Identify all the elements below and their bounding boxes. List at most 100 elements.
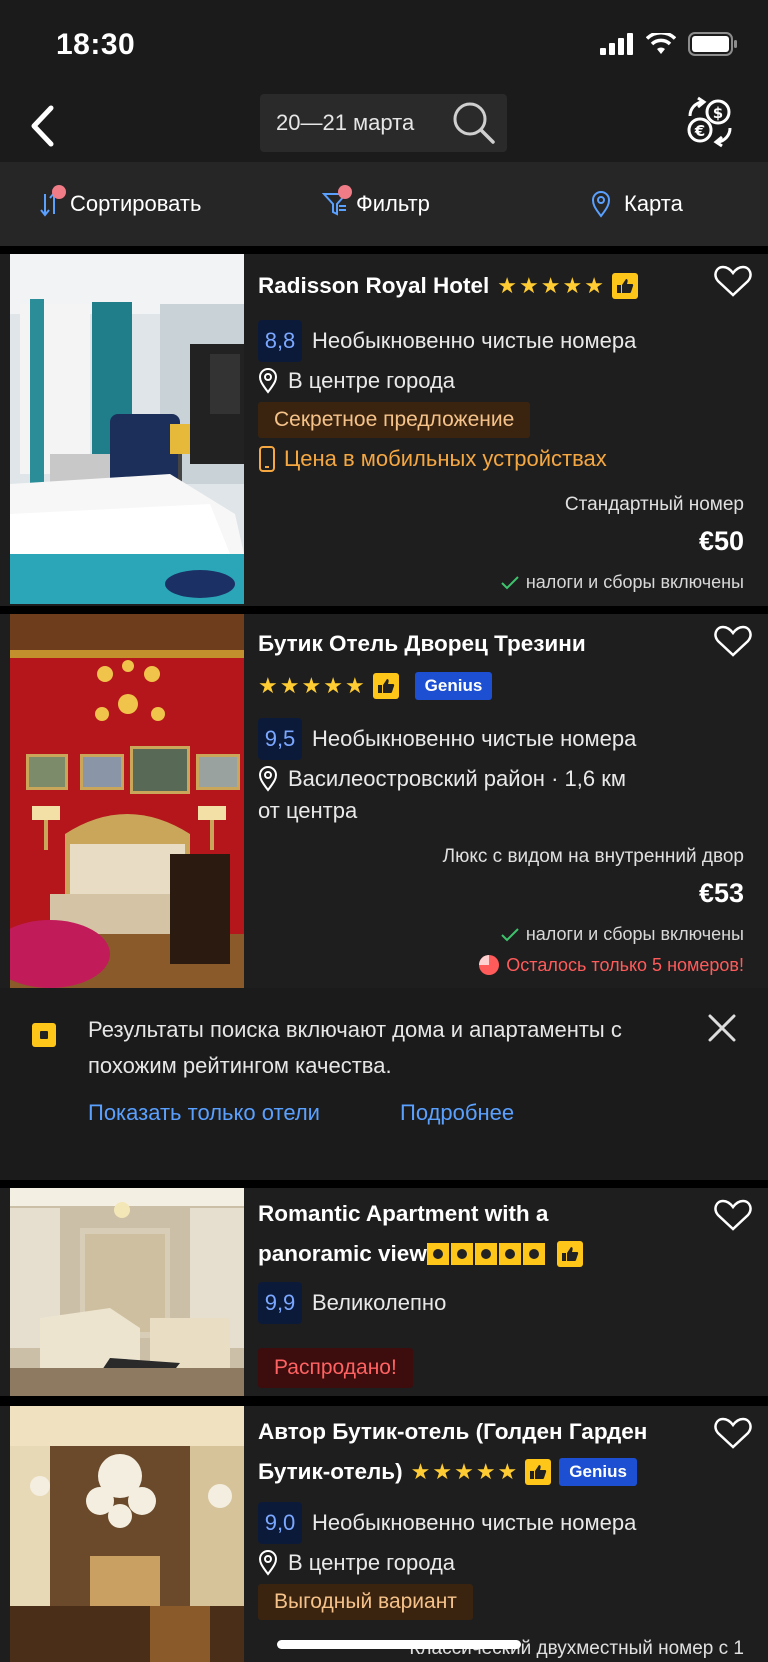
favorite-heart-icon[interactable]	[714, 1416, 754, 1452]
sold-out-badge: Распродано!	[258, 1348, 413, 1388]
rating-score: 9,9	[258, 1282, 302, 1324]
rating-score: 9,0	[258, 1502, 302, 1544]
thumbs-up-icon	[611, 273, 638, 299]
hotel-card[interactable]: Автор Бутик-отель (Голден Гарден Бутик-о…	[0, 1406, 768, 1662]
good-deal-badge: Выгодный вариант	[258, 1584, 473, 1620]
star-icon: ★	[584, 273, 604, 298]
check-icon	[501, 575, 519, 589]
hotel-card[interactable]: Бутик Отель Дворец Трезини ★ ★ ★ ★ ★ Genius …	[0, 614, 768, 988]
map-label: Карта	[624, 191, 683, 216]
star-icon: ★	[258, 673, 278, 698]
thumbs-up-icon	[525, 1459, 552, 1485]
star-rating: ★ ★ ★ ★ ★	[258, 675, 365, 697]
currency-button[interactable]: $ €	[682, 94, 738, 150]
favorite-heart-icon[interactable]	[714, 1198, 754, 1234]
star-icon: ★	[540, 273, 561, 298]
price: €50	[698, 526, 744, 556]
location-text: В центре города	[288, 368, 456, 393]
close-button[interactable]	[702, 1008, 742, 1048]
hotel-card[interactable]: Radisson Royal Hotel ★ ★ ★ ★ ★ 8,8 Необыкнов…	[0, 254, 768, 606]
star-icon: ★	[454, 1459, 474, 1484]
hotel-name-row: Бутик-отель) ★ ★ ★ ★ ★ Genius	[258, 1452, 637, 1492]
star-rating: ★ ★ ★ ★ ★	[411, 1461, 518, 1483]
back-button[interactable]	[18, 98, 66, 154]
filter-label: Фильтр	[356, 191, 430, 216]
thumbs-up-icon	[556, 1241, 583, 1267]
apartment-image	[10, 1188, 244, 1396]
toolbar: Сортировать Фильтр Карта	[0, 162, 768, 246]
map-button[interactable]: Карта	[590, 162, 683, 246]
show-hotels-only-link[interactable]: Показать только отели	[88, 1100, 320, 1126]
taxes-text: налоги и сборы включены	[525, 572, 744, 592]
favorite-heart-icon[interactable]	[714, 264, 754, 300]
hotel-name-row: panoramic view	[258, 1234, 583, 1274]
hotel-card[interactable]: Romantic Apartment with a panoramic view…	[0, 1188, 768, 1396]
star-icon: ★	[562, 273, 583, 298]
hotel-name[interactable]: Romantic Apartment with a	[258, 1194, 548, 1234]
apartment-rating	[426, 1243, 545, 1265]
review-row: 9,5 Необыкновенно чистые номера	[258, 718, 636, 760]
check-icon	[501, 927, 519, 941]
map-pin-icon	[591, 191, 611, 218]
mobile-price-row: Цена в мобильных устройствах	[258, 446, 607, 472]
location-row: В центре города	[258, 368, 455, 394]
favorite-heart-icon[interactable]	[714, 624, 754, 660]
rating-square-icon	[522, 1243, 545, 1265]
hotel-photo	[10, 1188, 244, 1396]
taxes-row: налоги и сборы включены	[500, 924, 744, 945]
taxes-row: налоги и сборы включены	[500, 572, 744, 593]
genius-badge: Genius	[414, 672, 493, 700]
star-icon: ★	[323, 673, 343, 698]
location-text-continued: от центра	[258, 798, 358, 823]
rating-square-icon	[450, 1243, 473, 1265]
info-icon	[32, 1023, 56, 1047]
star-icon: ★	[519, 273, 539, 298]
info-text: Результаты поиска включают дома и апарта…	[88, 1017, 622, 1078]
hotel-name[interactable]: Radisson Royal Hotel	[258, 266, 489, 306]
rating-score: 9,5	[258, 718, 302, 760]
status-bar: 18:30	[0, 0, 768, 90]
hotel-name-row: Radisson Royal Hotel ★ ★ ★ ★ ★	[258, 266, 638, 306]
location-text: Василеостровский район · 1,6 км	[288, 766, 626, 791]
status-icons	[600, 32, 738, 56]
home-indicator[interactable]	[277, 1640, 521, 1649]
star-rating: ★ ★ ★ ★ ★	[497, 275, 604, 297]
rooms-left-text: Осталось только 5 номеров!	[506, 954, 744, 975]
battery-icon	[688, 32, 737, 56]
signal-icon	[600, 33, 633, 55]
badges-row: ★ ★ ★ ★ ★ Genius	[258, 672, 493, 700]
currency-exchange-icon: $ €	[687, 96, 732, 148]
taxes-text: налоги и сборы включены	[525, 924, 744, 944]
pie-alert-icon	[479, 955, 500, 975]
location-row: Василеостровский район · 1,6 км	[258, 766, 626, 792]
filter-button[interactable]: Фильтр	[322, 162, 430, 246]
hotel-lobby-image	[10, 1406, 244, 1662]
rating-square-icon	[426, 1243, 449, 1265]
hotel-room-image	[10, 254, 244, 604]
hotel-name[interactable]: Автор Бутик-отель (Голден Гарден	[258, 1412, 647, 1452]
location-pin-icon	[258, 1550, 278, 1576]
hotel-photo	[10, 1406, 244, 1662]
svg-text:$: $	[713, 104, 723, 122]
sort-button[interactable]: Сортировать	[38, 162, 201, 246]
search-dates-text: 20—21 марта	[276, 110, 415, 135]
search-icon	[453, 102, 495, 144]
star-icon: ★	[344, 673, 365, 698]
star-icon: ★	[475, 1459, 496, 1484]
search-dates-field[interactable]: 20—21 марта	[260, 94, 507, 152]
review-text: Необыкновенно чистые номера	[312, 1510, 637, 1535]
room-type: Люкс с видом на внутренний двор	[442, 846, 744, 867]
genius-badge: Genius	[559, 1458, 637, 1486]
thumbs-up-icon	[372, 673, 399, 699]
hotel-name-continued[interactable]: panoramic view	[258, 1234, 427, 1274]
more-info-link[interactable]: Подробнее	[400, 1100, 514, 1126]
rating-score: 8,8	[258, 320, 302, 362]
hotel-name-continued[interactable]: Бутик-отель)	[258, 1452, 403, 1492]
mobile-phone-icon	[259, 446, 275, 472]
secret-deal-badge: Секретное предложение	[258, 402, 531, 438]
review-text: Необыкновенно чистые номера	[312, 726, 637, 751]
hotel-name[interactable]: Бутик Отель Дворец Трезини	[258, 624, 586, 664]
price: €53	[698, 878, 744, 908]
status-time: 18:30	[56, 28, 136, 61]
svg-text:€: €	[694, 122, 705, 140]
